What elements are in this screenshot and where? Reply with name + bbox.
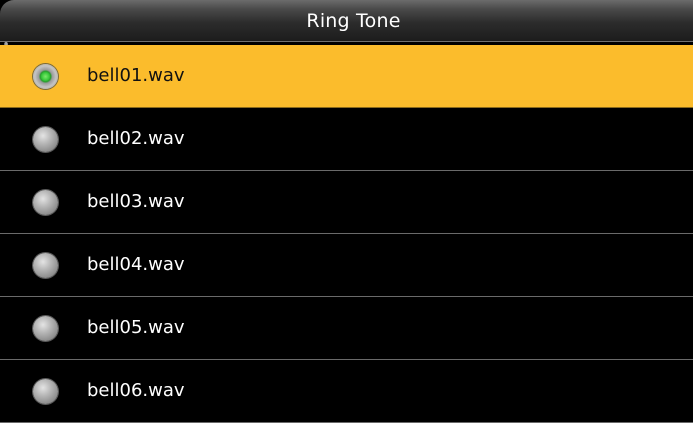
list-item-label: bell04.wav (87, 254, 185, 275)
list-item[interactable]: bell04.wav (0, 234, 693, 297)
radio-button-icon[interactable] (33, 253, 58, 278)
title-bar: Ring Tone (0, 0, 693, 42)
list-item-label: bell01.wav (87, 65, 185, 86)
radio-button-icon[interactable] (33, 379, 58, 404)
ring-tone-screen: Ring Tone bell01.wav bell02.wav bell03.w… (0, 0, 693, 423)
list-item[interactable]: bell02.wav (0, 108, 693, 171)
list-item-label: bell05.wav (87, 317, 185, 338)
page-title: Ring Tone (306, 9, 401, 32)
list-item[interactable]: bell06.wav (0, 360, 693, 423)
list-item-label: bell02.wav (87, 128, 185, 149)
radio-button-icon[interactable] (33, 64, 58, 89)
radio-button-icon[interactable] (33, 316, 58, 341)
radio-button-icon[interactable] (33, 190, 58, 215)
list-item-label: bell06.wav (87, 380, 185, 401)
ring-tone-list: bell01.wav bell02.wav bell03.wav bell04.… (0, 45, 693, 423)
radio-button-icon[interactable] (33, 127, 58, 152)
list-item[interactable]: bell05.wav (0, 297, 693, 360)
list-item[interactable]: bell03.wav (0, 171, 693, 234)
list-item-label: bell03.wav (87, 191, 185, 212)
list-item-selected[interactable]: bell01.wav (0, 45, 693, 108)
